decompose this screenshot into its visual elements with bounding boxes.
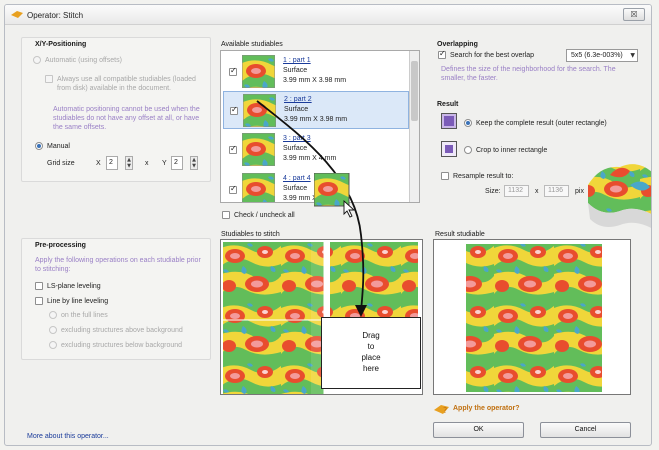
full-lines-label: on the full lines <box>61 312 108 319</box>
studiable-name[interactable]: 1 : part 1 <box>283 57 311 64</box>
preprocessing-heading: Pre-processing <box>35 242 86 249</box>
studiable-size: 3.99 mm X 3.98 mm <box>283 77 347 84</box>
inner-rectangle-icon <box>441 141 457 157</box>
full-lines-radio[interactable] <box>49 311 57 319</box>
grid-x-input[interactable]: 2 <box>106 156 118 170</box>
apply-question-icon: ? <box>434 405 449 415</box>
ls-plane-label: LS-plane leveling <box>47 283 101 290</box>
exclude-above-radio[interactable] <box>49 326 57 334</box>
overlapping-heading: Overlapping <box>437 41 478 48</box>
size-label: Size: <box>485 188 501 195</box>
xy-positioning-heading: X/Y-Positioning <box>35 41 87 48</box>
scrollbar-thumb[interactable] <box>411 61 418 121</box>
preprocessing-hint: Apply the following operations on each s… <box>35 257 201 273</box>
list-scrollbar[interactable] <box>409 51 419 202</box>
line-by-line-label: Line by line leveling <box>47 298 109 305</box>
exclude-below-label: excluding structures below background <box>61 342 183 349</box>
manual-radio[interactable] <box>35 142 43 150</box>
keep-complete-label: Keep the complete result (outer rectangl… <box>476 120 607 127</box>
result-studiable-image <box>466 244 602 392</box>
drop-hint-line: here <box>362 364 379 373</box>
close-button[interactable]: ☒ <box>623 8 645 21</box>
drag-arrow <box>256 100 367 317</box>
keep-complete-radio[interactable] <box>464 119 472 127</box>
grid-size-label: Grid size <box>47 160 75 167</box>
automatic-warning: Automatic positioning cannot be used whe… <box>53 106 200 131</box>
search-overlap-label: Search for the best overlap <box>450 52 535 59</box>
ok-button[interactable]: OK <box>433 422 524 438</box>
window-title: Operator: Stitch <box>27 11 84 20</box>
surface-3d-illustration <box>588 164 651 228</box>
always-use-label: Always use all compatible studiables (lo… <box>57 76 196 92</box>
automatic-label: Automatic (using offsets) <box>45 57 122 64</box>
search-overlap-checkbox[interactable] <box>438 49 446 59</box>
line-by-line-checkbox[interactable] <box>35 297 43 305</box>
overlap-hint: Defines the size of the neighborhood for… <box>441 66 616 82</box>
drop-hint-line: Drag <box>362 331 380 340</box>
overlap-size-value: 5x5 (6.3e-003%) <box>571 52 623 59</box>
operator-icon <box>11 11 23 18</box>
crop-inner-radio[interactable] <box>464 146 472 154</box>
studiable-type: Surface <box>283 67 308 74</box>
cancel-button[interactable]: Cancel <box>540 422 631 438</box>
mouse-cursor-icon <box>343 200 356 218</box>
apply-operator-label: Apply the operator? <box>453 405 520 412</box>
manual-label: Manual <box>47 143 70 150</box>
studiable-thumbnail <box>242 55 275 88</box>
studiable-checkbox[interactable] <box>229 66 237 76</box>
outer-rectangle-icon <box>441 113 457 129</box>
grid-x-label: X <box>96 160 101 167</box>
available-studiables-heading: Available studiables <box>221 41 283 48</box>
chevron-down-icon[interactable]: ▼ <box>630 50 635 61</box>
drop-hint-line: to <box>367 342 375 351</box>
svg-text:?: ? <box>443 406 447 415</box>
stitch-tile-3 <box>223 320 311 394</box>
automatic-radio[interactable] <box>33 56 41 64</box>
overlap-size-select[interactable]: 5x5 (6.3e-003%) ▼ <box>566 49 638 62</box>
exclude-below-radio[interactable] <box>49 341 57 349</box>
grid-x-stepper[interactable]: ▲ ▼ <box>125 156 133 170</box>
stitch-operator-dialog: Operator: Stitch ☒ X/Y-Positioning Autom… <box>4 4 652 446</box>
grid-times-label: x <box>145 160 149 167</box>
result-heading: Result <box>437 101 459 108</box>
spin-down-icon[interactable]: ▼ <box>191 163 197 169</box>
always-use-checkbox[interactable] <box>45 75 53 83</box>
size-width-input[interactable]: 1132 <box>504 185 529 197</box>
result-studiable-heading: Result studiable <box>435 231 485 238</box>
grid-y-label: Y <box>162 160 167 167</box>
drop-hint-line: place <box>361 353 381 362</box>
result-studiable-panel <box>433 239 631 395</box>
resample-label: Resample result to: <box>453 173 514 180</box>
ls-plane-checkbox[interactable] <box>35 282 43 290</box>
size-x-label: x <box>535 188 539 195</box>
more-about-operator-link[interactable]: More about this operator... <box>27 433 109 440</box>
size-height-input[interactable]: 1136 <box>544 185 569 197</box>
drop-target[interactable]: Drag to place here <box>321 317 421 389</box>
grid-y-input[interactable]: 2 <box>171 156 183 170</box>
crop-inner-label: Crop to inner rectangle <box>476 147 548 154</box>
spin-down-icon[interactable]: ▼ <box>126 163 132 169</box>
result-studiable-canvas <box>466 244 602 392</box>
arrow-head-icon <box>355 305 367 317</box>
resample-checkbox[interactable] <box>441 172 449 180</box>
exclude-above-label: excluding structures above background <box>61 327 183 334</box>
grid-y-stepper[interactable]: ▲ ▼ <box>190 156 198 170</box>
title-bar: Operator: Stitch ☒ <box>5 5 651 25</box>
